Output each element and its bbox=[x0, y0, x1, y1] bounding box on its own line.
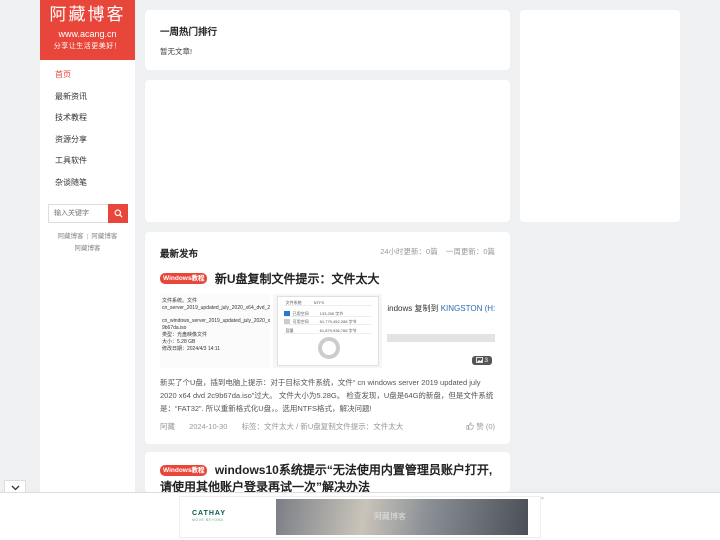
latest-title: 最新发布 bbox=[160, 249, 199, 260]
disk-row: 容量 61,879,936,768 字节 bbox=[283, 328, 372, 334]
search-icon bbox=[113, 209, 123, 218]
copy-progress-bar bbox=[387, 334, 496, 342]
disk-row-label: 已用空间 bbox=[292, 311, 309, 316]
copy-dialog-text: indows 复制到 bbox=[387, 304, 441, 313]
search-form bbox=[48, 204, 128, 223]
logo-url: www.acang.cn bbox=[58, 29, 117, 39]
right-widget-card bbox=[520, 10, 680, 222]
search-button[interactable] bbox=[108, 204, 128, 223]
disk-row: 文件系统 NTFS bbox=[283, 300, 372, 306]
disk-row-value: NTFS bbox=[313, 300, 325, 305]
ad-watermark: 阿藏博客 bbox=[374, 512, 406, 521]
stat-24h: 24小时更新：0篇 bbox=[380, 247, 438, 256]
ad-banner[interactable]: CATHAY MOVE BEYOND 阿藏博客 bbox=[179, 496, 541, 538]
update-stats: 24小时更新：0篇 一周更新：0篇 bbox=[380, 246, 495, 257]
stat-week: 一周更新：0篇 bbox=[445, 247, 495, 256]
thumb-text: 类型：光盘映像文件 bbox=[162, 332, 208, 338]
thumb-text: 9b67da.iso bbox=[162, 325, 187, 331]
nav-item-essays[interactable]: 杂谈随笔 bbox=[40, 172, 135, 194]
like-button[interactable]: 赞 (0) bbox=[466, 421, 495, 432]
post-title[interactable]: Windows教程 新U盘复制文件提示：文件太大 bbox=[160, 270, 500, 287]
thumbs-up-icon bbox=[466, 422, 474, 430]
disk-usage-ring bbox=[317, 337, 340, 359]
post-author[interactable]: 阿藏 bbox=[160, 422, 175, 431]
disk-row: 可用空间 61,779,452,288 字节 bbox=[283, 319, 372, 325]
nav-item-news[interactable]: 最新资讯 bbox=[40, 86, 135, 108]
post-title[interactable]: Windows教程 windows10系统提示“无法使用内置管理员账户打开,请使… bbox=[160, 462, 500, 496]
bottom-ad-bar: CATHAY MOVE BEYOND 阿藏博客 × bbox=[0, 492, 720, 540]
thumb-text: 大小：5.28 GB bbox=[162, 339, 196, 345]
image-icon bbox=[475, 357, 483, 363]
thumb-text: 修改日期：2024/4/3 14:11 bbox=[162, 346, 220, 352]
side-link[interactable]: 阿藏博客 bbox=[91, 233, 117, 240]
thumbnail-file-properties[interactable]: 文件系统。文件 cn_server_2019_updated_july_2020… bbox=[160, 294, 270, 368]
disk-row-value: 61,779,452,288 字节 bbox=[319, 319, 357, 324]
post-card: Windows教程 windows10系统提示“无法使用内置管理员账户打开,请使… bbox=[145, 452, 510, 494]
ad-close-button[interactable]: × bbox=[541, 496, 547, 502]
ad-brand-name: CATHAY bbox=[192, 510, 227, 517]
disk-row-value: 133,255 字节 bbox=[319, 311, 344, 316]
side-link-separator: | bbox=[86, 233, 89, 240]
post-tags[interactable]: 标签：文件太大 / 新U盘复制文件提示：文件太大 bbox=[242, 422, 404, 431]
side-links: 阿藏博客 | 阿藏博客 阿藏博客 bbox=[40, 231, 135, 255]
free-swatch bbox=[283, 319, 290, 324]
disk-row-label: 文件系统 bbox=[285, 300, 302, 305]
post-category-tag[interactable]: Windows教程 bbox=[160, 273, 208, 284]
copy-dialog-title: indows 复制到 KINGSTON (H:) bbox=[387, 303, 495, 314]
chevron-down-icon bbox=[11, 485, 19, 490]
thumbnail-disk-properties[interactable]: 文件系统 NTFS 已用空间 133,255 字节 可用空间 61,779,45… bbox=[272, 294, 383, 368]
thumb-text: 文件系统。文件 bbox=[162, 298, 198, 304]
ad-brand: CATHAY MOVE BEYOND bbox=[192, 510, 226, 522]
post-category-tag[interactable]: Windows教程 bbox=[160, 465, 208, 477]
latest-posts-card: 最新发布 24小时更新：0篇 一周更新：0篇 Windows教程 新U盘复制文件… bbox=[145, 232, 510, 444]
site-logo[interactable]: 阿藏博客 www.acang.cn 分享让生活更美好！ bbox=[40, 0, 135, 60]
disk-row-label: 可用空间 bbox=[292, 319, 309, 324]
post-title-text[interactable]: windows10系统提示“无法使用内置管理员账户打开,请使用其他账户登录再试一… bbox=[160, 463, 492, 494]
post-meta: 阿藏 2024-10-30 标签：文件太大 / 新U盘复制文件提示：文件太大 赞… bbox=[160, 421, 495, 432]
ad-brand-sub: MOVE BEYOND bbox=[192, 518, 224, 522]
thumbnail-copy-dialog[interactable]: indows 复制到 KINGSTON (H:) 3 bbox=[385, 294, 496, 368]
side-link[interactable]: 阿藏博客 bbox=[58, 233, 84, 240]
disk-row: 已用空间 133,255 字节 bbox=[283, 311, 372, 317]
thumb-text: cn_windows_server_2019_updated_july_2020… bbox=[162, 318, 270, 324]
hot-ranking-title: 一周热门排行 bbox=[160, 27, 218, 38]
logo-name: 阿藏博客 bbox=[49, 5, 126, 25]
main-nav: 首页 最新资讯 技术教程 资源分享 工具软件 杂谈随笔 bbox=[40, 64, 135, 193]
search-input[interactable] bbox=[48, 204, 108, 223]
post-thumbnails[interactable]: 文件系统。文件 cn_server_2019_updated_july_2020… bbox=[160, 294, 496, 368]
nav-item-home[interactable]: 首页 bbox=[40, 64, 135, 86]
disk-properties-panel: 文件系统 NTFS 已用空间 133,255 字节 可用空间 61,779,45… bbox=[276, 296, 379, 366]
like-count: 赞 (0) bbox=[476, 422, 495, 431]
nav-item-tutorials[interactable]: 技术教程 bbox=[40, 107, 135, 129]
thumb-text: cn_server_2019_updated_july_2020_x64_dvd… bbox=[162, 305, 270, 311]
post-excerpt: 新买了个U盘，插到电脑上提示：对于目标文件系统，文件“ cn windows s… bbox=[160, 378, 494, 413]
image-count-badge: 3 bbox=[471, 356, 493, 365]
nav-item-resources[interactable]: 资源分享 bbox=[40, 129, 135, 151]
image-count: 3 bbox=[484, 357, 489, 364]
hot-ranking-card: 一周热门排行 暂无文章! bbox=[145, 10, 510, 70]
ad-image[interactable]: 阿藏博客 bbox=[276, 499, 528, 535]
logo-slogan: 分享让生活更美好！ bbox=[53, 43, 122, 50]
content-placeholder-card bbox=[145, 80, 510, 222]
copy-dialog-target: KINGSTON (H:) bbox=[440, 304, 496, 313]
disk-row-label: 容量 bbox=[285, 328, 294, 333]
nav-item-tools[interactable]: 工具软件 bbox=[40, 150, 135, 172]
post-title-text[interactable]: 新U盘复制文件提示：文件太大 bbox=[215, 272, 380, 286]
disk-row-value: 61,879,936,768 字节 bbox=[319, 328, 357, 333]
post-date: 2024-10-30 bbox=[189, 422, 228, 431]
used-swatch bbox=[283, 311, 290, 316]
hot-ranking-empty: 暂无文章! bbox=[160, 47, 193, 56]
sidebar: 阿藏博客 www.acang.cn 分享让生活更美好！ 首页 最新资讯 技术教程… bbox=[40, 0, 135, 492]
side-link[interactable]: 阿藏博客 bbox=[75, 245, 101, 252]
